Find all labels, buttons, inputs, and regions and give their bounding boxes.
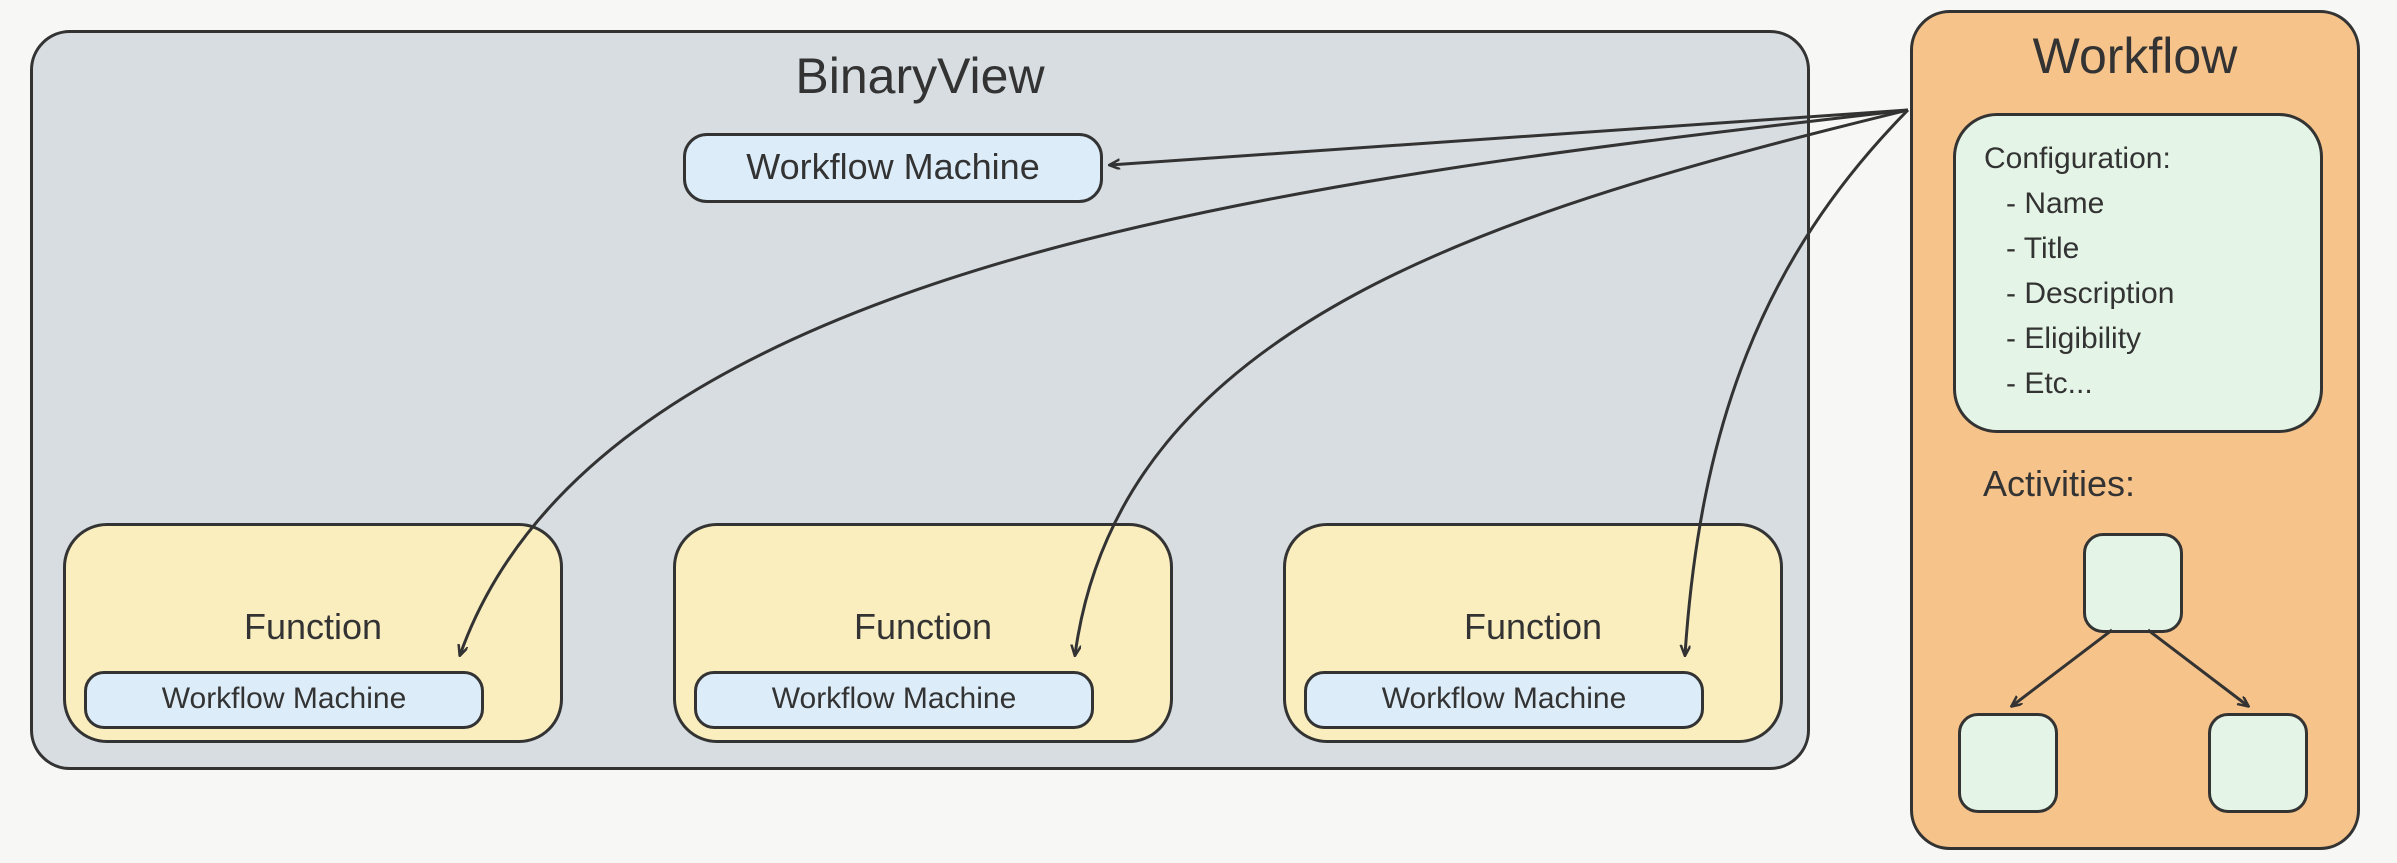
function-2-workflow-machine: Workflow Machine [694, 671, 1094, 729]
function-1-machine-label: Workflow Machine [87, 674, 481, 724]
function-label-1: Function [66, 606, 560, 648]
configuration-item-3: - Eligibility [1984, 316, 2320, 361]
configuration-box: Configuration: - Name - Title - Descript… [1953, 113, 2323, 433]
function-box-3: Function Workflow Machine [1283, 523, 1783, 743]
function-2-machine-label: Workflow Machine [697, 674, 1091, 724]
configuration-item-2: - Description [1984, 271, 2320, 316]
function-box-1: Function Workflow Machine [63, 523, 563, 743]
binaryview-title: BinaryView [33, 47, 1807, 105]
function-box-2: Function Workflow Machine [673, 523, 1173, 743]
workflow-box: Workflow Configuration: - Name - Title -… [1910, 10, 2360, 850]
configuration-item-1: - Title [1984, 226, 2320, 271]
function-label-2: Function [676, 606, 1170, 648]
configuration-item-4: - Etc... [1984, 361, 2320, 406]
diagram-canvas: BinaryView Workflow Machine Function Wor… [0, 0, 2397, 863]
binaryview-box: BinaryView Workflow Machine Function Wor… [30, 30, 1810, 770]
function-label-3: Function [1286, 606, 1780, 648]
function-3-machine-label: Workflow Machine [1307, 674, 1701, 724]
activity-node-right [2208, 713, 2308, 813]
configuration-content: Configuration: - Name - Title - Descript… [1956, 116, 2320, 406]
binaryview-workflow-machine-label: Workflow Machine [686, 136, 1100, 198]
workflow-title: Workflow [1913, 27, 2357, 85]
configuration-item-0: - Name [1984, 181, 2320, 226]
activity-node-left [1958, 713, 2058, 813]
function-3-workflow-machine: Workflow Machine [1304, 671, 1704, 729]
activity-node-root [2083, 533, 2183, 633]
configuration-heading: Configuration: [1984, 136, 2320, 181]
function-1-workflow-machine: Workflow Machine [84, 671, 484, 729]
binaryview-workflow-machine: Workflow Machine [683, 133, 1103, 203]
activities-label: Activities: [1983, 463, 2135, 505]
